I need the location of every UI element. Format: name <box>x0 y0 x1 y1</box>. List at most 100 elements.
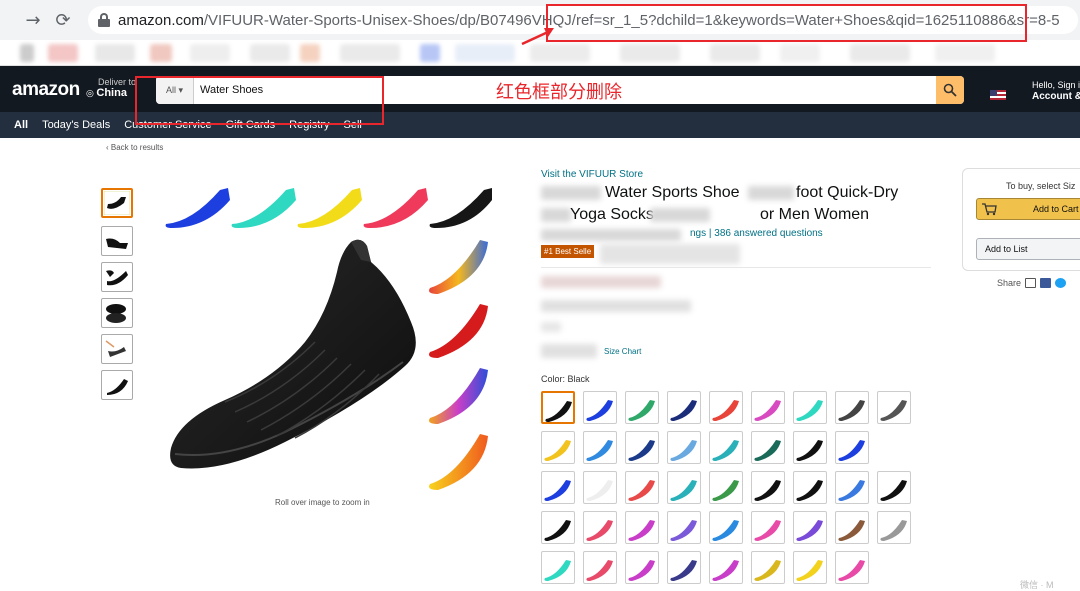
color-swatch[interactable] <box>751 511 785 544</box>
blurred-text <box>600 244 740 264</box>
color-swatch[interactable] <box>625 471 659 504</box>
product-thumbnail[interactable] <box>101 262 133 292</box>
color-swatch[interactable] <box>835 551 869 584</box>
best-seller-badge[interactable]: #1 Best Selle <box>541 245 595 258</box>
color-swatch[interactable] <box>751 431 785 464</box>
product-title-part: Yoga Socks <box>570 206 654 223</box>
color-swatch[interactable] <box>667 431 701 464</box>
color-swatch[interactable] <box>751 391 785 424</box>
color-swatch[interactable] <box>835 391 869 424</box>
ratings-link[interactable]: ngs | 386 answered questions <box>690 228 823 239</box>
color-swatch[interactable] <box>709 391 743 424</box>
color-swatch[interactable] <box>877 391 911 424</box>
deliver-to[interactable]: Deliver to ◎ China <box>86 77 136 100</box>
blurred-text <box>748 186 794 200</box>
search-button[interactable] <box>936 76 964 104</box>
blurred-text <box>650 208 710 222</box>
color-swatch[interactable] <box>541 391 575 424</box>
add-to-list-button[interactable]: Add to List <box>976 238 1080 260</box>
blurred-text <box>541 186 601 200</box>
color-swatch[interactable] <box>751 471 785 504</box>
product-title-part: foot Quick-Dry <box>796 184 899 201</box>
subnav-todays-deals[interactable]: Today's Deals <box>42 119 110 131</box>
twitter-icon[interactable] <box>1055 278 1067 288</box>
product-side-images <box>429 240 488 490</box>
product-title-part: Water Sports Shoe <box>605 184 740 201</box>
annotation-box-search <box>135 76 384 125</box>
email-icon[interactable] <box>1025 278 1037 288</box>
color-swatch[interactable] <box>667 391 701 424</box>
color-swatch[interactable] <box>793 431 827 464</box>
color-swatch[interactable] <box>709 471 743 504</box>
product-thumbnail[interactable] <box>101 226 133 256</box>
product-thumbnail[interactable] <box>101 370 133 400</box>
url-host: amazon.com <box>118 11 204 29</box>
annotation-box-url <box>546 4 1027 42</box>
color-swatch[interactable] <box>835 511 869 544</box>
product-title-part: or Men Women <box>760 206 870 223</box>
color-swatch[interactable] <box>583 551 617 584</box>
color-swatch[interactable] <box>709 551 743 584</box>
size-selector[interactable] <box>541 344 597 358</box>
color-swatch[interactable] <box>541 551 575 584</box>
size-chart-link[interactable]: Size Chart <box>604 347 641 356</box>
color-swatch[interactable] <box>625 431 659 464</box>
main-product-image[interactable] <box>165 232 430 477</box>
store-link[interactable]: Visit the VIFUUR Store <box>541 169 643 180</box>
add-to-cart-button[interactable]: Add to Cart <box>976 198 1080 220</box>
add-to-list-label: Add to List <box>985 244 1028 254</box>
color-swatch[interactable] <box>583 391 617 424</box>
blurred-text <box>541 300 691 312</box>
back-arrow-icon[interactable]: → <box>18 5 48 35</box>
back-to-results-link[interactable]: ‹ Back to results <box>106 143 163 152</box>
facebook-icon[interactable] <box>1040 278 1052 288</box>
us-flag-icon[interactable] <box>990 90 1006 100</box>
watermark: 微信 · M <box>1020 580 1054 590</box>
color-swatch[interactable] <box>793 391 827 424</box>
reload-icon[interactable]: ⟳ <box>48 5 78 35</box>
color-swatch[interactable] <box>835 431 869 464</box>
annotation-arrow-icon <box>521 28 554 46</box>
product-thumbnail[interactable] <box>101 298 133 328</box>
color-swatch[interactable] <box>793 471 827 504</box>
color-swatch[interactable] <box>583 431 617 464</box>
add-to-cart-label: Add to Cart <box>1033 204 1079 214</box>
account-menu[interactable]: Hello, Sign i Account & <box>1032 80 1080 102</box>
color-swatch[interactable] <box>541 511 575 544</box>
color-swatch[interactable] <box>667 551 701 584</box>
product-variant-images <box>165 188 492 228</box>
color-swatch[interactable] <box>751 551 785 584</box>
color-swatch[interactable] <box>541 431 575 464</box>
search-icon <box>943 83 957 97</box>
color-swatch[interactable] <box>625 511 659 544</box>
signin-greeting: Hello, Sign i <box>1032 80 1080 90</box>
url-path: /VIFUUR-Water-Sports-Unisex-Shoes/dp/B07… <box>203 11 572 29</box>
product-thumbnail[interactable] <box>101 334 133 364</box>
color-swatch[interactable] <box>877 511 911 544</box>
cart-icon <box>982 203 997 216</box>
color-swatch[interactable] <box>709 431 743 464</box>
amazon-logo[interactable]: amazon <box>12 79 80 101</box>
color-swatch[interactable] <box>793 551 827 584</box>
share-label: Share <box>997 278 1022 288</box>
blurred-text <box>541 208 571 222</box>
zoom-hint: Roll over image to zoom in <box>275 498 370 507</box>
color-swatch[interactable] <box>625 391 659 424</box>
color-swatch[interactable] <box>667 471 701 504</box>
buy-box-instruction: To buy, select Siz <box>1006 181 1076 191</box>
color-swatch[interactable] <box>877 471 911 504</box>
color-swatch[interactable] <box>583 511 617 544</box>
blurred-price <box>541 276 661 288</box>
color-swatch[interactable] <box>835 471 869 504</box>
color-swatch[interactable] <box>667 511 701 544</box>
product-thumbnail[interactable] <box>101 188 133 218</box>
share-row: Share <box>997 278 1067 288</box>
color-swatch[interactable] <box>583 471 617 504</box>
lock-icon <box>98 13 110 27</box>
color-swatch[interactable] <box>541 471 575 504</box>
color-swatch[interactable] <box>625 551 659 584</box>
location-pin-icon: ◎ <box>86 89 94 99</box>
subnav-all[interactable]: All <box>14 119 28 131</box>
color-swatch[interactable] <box>709 511 743 544</box>
color-swatch[interactable] <box>793 511 827 544</box>
